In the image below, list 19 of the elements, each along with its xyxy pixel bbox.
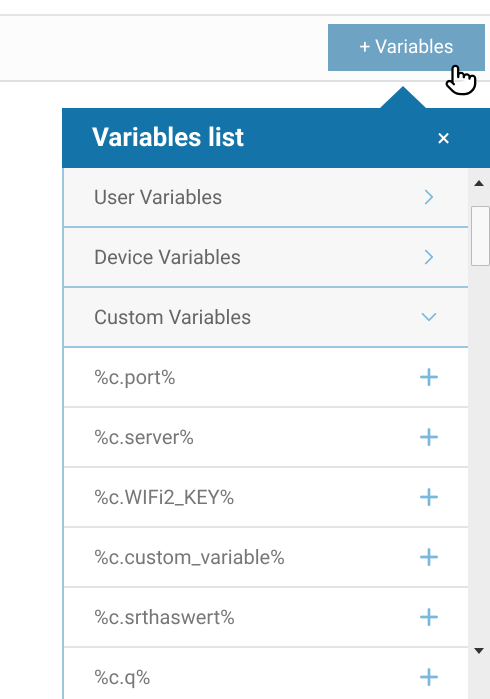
popup-title: Variables list [92, 122, 244, 154]
variable-name: %c.port% [94, 364, 176, 391]
variable-group-row[interactable]: Custom Variables [64, 288, 468, 348]
group-label: Custom Variables [94, 304, 252, 331]
variable-name: %c.q% [94, 664, 150, 691]
scroll-up-arrow-icon[interactable] [474, 180, 484, 186]
group-label: Device Variables [94, 244, 241, 271]
group-label: User Variables [94, 184, 222, 211]
close-button[interactable]: × [437, 126, 450, 150]
variable-group-row[interactable]: Device Variables [64, 228, 468, 288]
scrollbar-thumb[interactable] [471, 206, 490, 266]
variable-name: %c.srthaswert% [94, 604, 235, 631]
add-variables-button[interactable]: + Variables [328, 24, 485, 71]
scroll-down-arrow-icon[interactable] [474, 648, 484, 654]
variable-name: %c.custom_variable% [94, 544, 285, 571]
variable-name: %c.server% [94, 424, 194, 451]
scrollbar[interactable] [468, 168, 490, 699]
variable-group-row[interactable]: User Variables [64, 168, 468, 228]
variable-name: %c.WIFi2_KEY% [94, 484, 234, 511]
